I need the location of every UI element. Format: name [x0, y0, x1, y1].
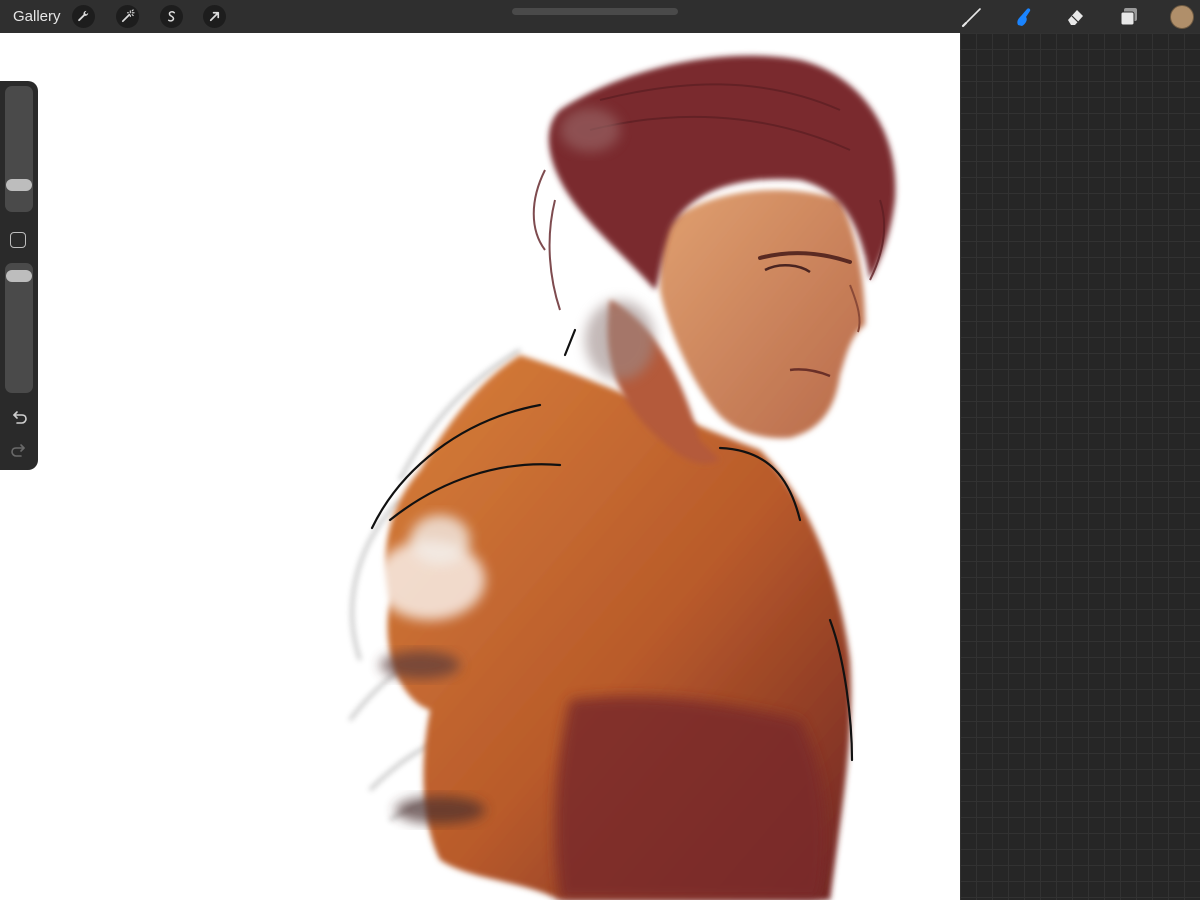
redo-icon[interactable] [9, 441, 29, 461]
brush-icon[interactable] [960, 5, 984, 29]
modify-square-icon[interactable] [10, 232, 26, 248]
grid-background-panel [960, 33, 1200, 900]
magic-wand-icon[interactable] [116, 5, 139, 28]
smudge-finger-icon[interactable] [1012, 5, 1036, 29]
opacity-thumb[interactable] [6, 270, 32, 282]
layers-icon[interactable] [1117, 5, 1141, 29]
brush-size-thumb[interactable] [6, 179, 32, 191]
selection-s-icon[interactable] [160, 5, 183, 28]
drawing-canvas[interactable] [0, 33, 960, 900]
top-toolbar: Gallery [0, 0, 1200, 33]
top-grabber-handle[interactable] [512, 8, 678, 15]
arrow-icon[interactable] [203, 5, 226, 28]
portrait-artwork [349, 55, 896, 900]
gallery-button[interactable]: Gallery [13, 8, 61, 25]
undo-icon[interactable] [9, 408, 29, 428]
color-picker-swatch[interactable] [1170, 5, 1194, 29]
left-sidebar [0, 81, 38, 470]
wrench-icon[interactable] [72, 5, 95, 28]
opacity-slider[interactable] [5, 263, 33, 393]
brush-size-slider[interactable] [5, 86, 33, 212]
eraser-icon[interactable] [1064, 5, 1088, 29]
